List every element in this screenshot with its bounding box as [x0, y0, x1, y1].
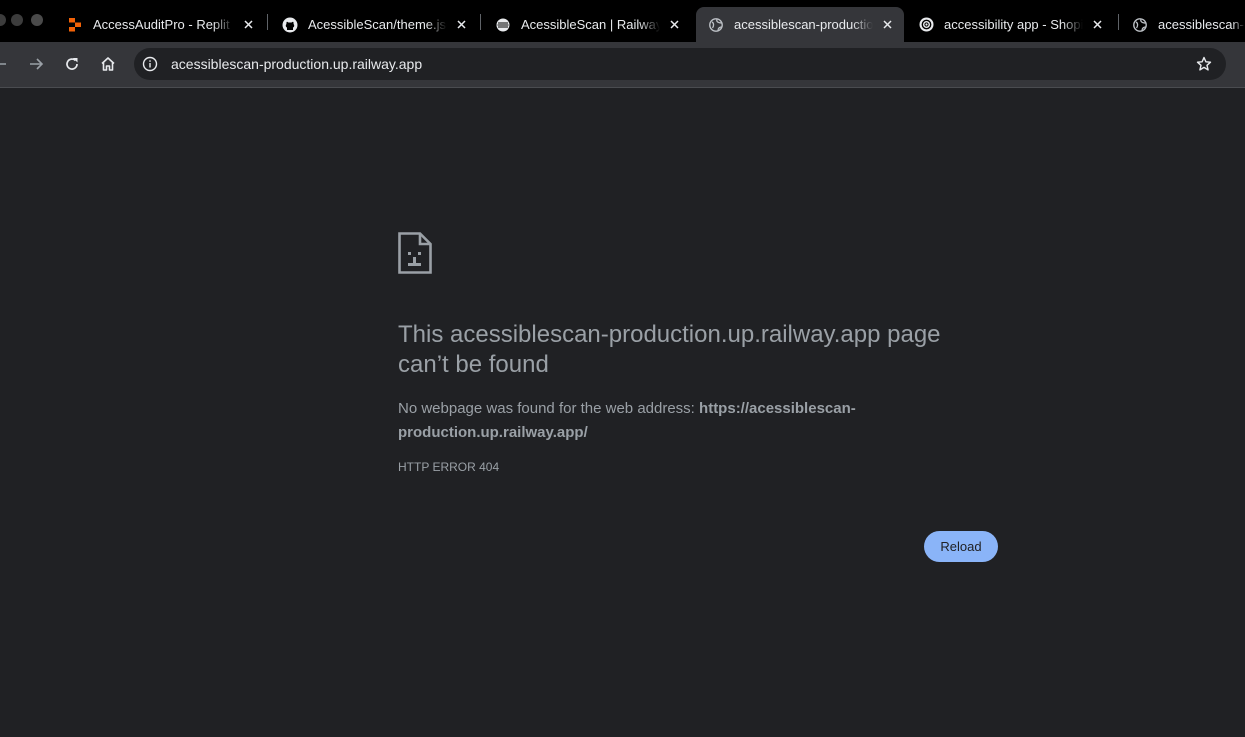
refresh-icon	[66, 58, 78, 70]
tab-title: AccessAuditPro - Replit	[93, 17, 230, 32]
replit-icon	[67, 17, 83, 33]
close-icon[interactable]	[666, 17, 682, 33]
tab-separator	[480, 14, 481, 30]
arrow-right-icon	[30, 58, 44, 70]
globe-icon	[1132, 17, 1148, 33]
close-icon[interactable]	[1089, 17, 1105, 33]
home-icon	[101, 57, 115, 71]
openai-icon	[918, 17, 934, 33]
tab-title: AcessibleScan | Railway	[521, 17, 660, 32]
close-icon[interactable]	[879, 17, 895, 33]
window-maximize-button[interactable]	[31, 14, 43, 26]
tab-separator	[267, 14, 268, 30]
github-icon	[282, 17, 298, 33]
forward-button[interactable]	[24, 52, 48, 76]
tab-railway[interactable]: AcessibleScan | Railway	[483, 7, 691, 42]
refresh-button[interactable]	[60, 52, 84, 76]
home-button[interactable]	[96, 52, 120, 76]
reload-button[interactable]: Reload	[924, 531, 998, 562]
globe-icon	[708, 17, 724, 33]
arrow-left-icon	[0, 63, 6, 65]
close-icon[interactable]	[453, 17, 469, 33]
tab-title: acessiblescan-production	[1158, 17, 1245, 32]
railway-icon	[495, 17, 511, 33]
bookmark-star-icon[interactable]	[1196, 56, 1212, 72]
tab-strip: AccessAuditPro - Replit AcessibleScan/th…	[0, 0, 1245, 42]
error-code: HTTP ERROR 404	[398, 460, 500, 474]
tab-github[interactable]: AcessibleScan/theme.json	[270, 7, 478, 42]
browser-toolbar: acessiblescan-production.up.railway.app	[0, 42, 1245, 88]
close-icon[interactable]	[240, 17, 256, 33]
error-description: No webpage was found for the web address…	[398, 397, 918, 445]
sad-document-icon	[398, 232, 432, 274]
address-bar[interactable]: acessiblescan-production.up.railway.app	[134, 48, 1226, 80]
tab-title: AcessibleScan/theme.json	[308, 17, 447, 32]
window-close-button[interactable]	[0, 14, 6, 26]
page-content: This acessiblescan-production.up.railway…	[0, 88, 1245, 737]
back-button[interactable]	[0, 52, 12, 76]
window-minimize-button[interactable]	[11, 14, 23, 26]
tab-active-page[interactable]: acessiblescan-production.up.railway.app	[696, 7, 904, 42]
tab-replit[interactable]: AccessAuditPro - Replit	[55, 7, 265, 42]
error-description-text: No webpage was found for the web address…	[398, 400, 700, 417]
tab-separator	[1118, 14, 1119, 30]
tab-title: acessiblescan-production.up.railway.app	[734, 17, 873, 32]
tab-title: accessibility app - Shopify	[944, 17, 1083, 32]
url-text[interactable]: acessiblescan-production.up.railway.app	[171, 56, 422, 72]
tab-railway-app[interactable]: acessiblescan-production	[1120, 7, 1245, 42]
site-info-icon[interactable]	[142, 56, 158, 72]
error-heading: This acessiblescan-production.up.railway…	[398, 321, 941, 378]
tab-shopify[interactable]: accessibility app - Shopify	[906, 7, 1114, 42]
